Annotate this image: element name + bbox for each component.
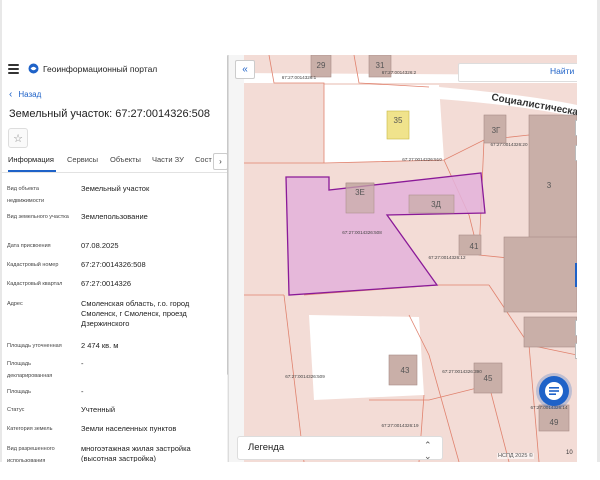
building-right-lower — [523, 316, 577, 348]
label-3e: 3Е — [355, 188, 365, 197]
prop-label: Дата присвоения — [7, 243, 51, 249]
parcel-label-390: 67:27:0014326:390 — [442, 369, 482, 374]
prop-value: - — [81, 359, 84, 368]
map-canvas[interactable]: 29 31 35 3Г 3 3Е 3Д 41 43 45 49 67:27:00… — [229, 55, 577, 462]
app-title: Геоинформационный портал — [43, 64, 158, 74]
label-3d: 3Д — [431, 200, 441, 209]
building-right-block — [503, 236, 577, 313]
map-side-control-4[interactable] — [575, 343, 577, 359]
label-43: 43 — [401, 366, 410, 375]
chat-icon — [545, 382, 563, 400]
active-tab-indicator — [8, 170, 56, 172]
road-left — [229, 55, 244, 462]
parcel-label-509: 67:27:0014326:509 — [285, 374, 325, 379]
map-search-input[interactable] — [459, 67, 545, 84]
label-29: 29 — [317, 61, 326, 70]
cadastral-map[interactable]: 29 31 35 3Г 3 3Е 3Д 41 43 45 49 67:27:00… — [229, 55, 577, 462]
tab-objects[interactable]: Объекты — [110, 155, 141, 164]
map-side-control-3[interactable] — [575, 320, 577, 336]
legend-label: Легенда — [248, 442, 285, 453]
prop-label: Адрес — [7, 301, 23, 307]
tab-composition[interactable]: Сост — [195, 155, 212, 164]
map-side-control-1[interactable] — [575, 120, 577, 136]
bottom-margin — [0, 462, 600, 480]
legend-dropdown[interactable]: Легенда ⌃ ⌄ — [237, 436, 443, 461]
label-49: 49 — [550, 418, 559, 427]
info-tabs: Информация Сервисы Объекты Части ЗУ Сост… — [2, 152, 228, 173]
prop-value: 07.08.2025 — [81, 241, 119, 250]
parcel-label-2: 67:27:0014326:2 — [382, 70, 417, 75]
prop-value: 2 474 кв. м — [81, 341, 119, 350]
prop-label: Площадь — [7, 389, 31, 395]
prop-label: Кадастровый квартал — [7, 281, 63, 287]
map-side-control-2[interactable] — [575, 145, 577, 161]
top-margin — [0, 0, 600, 55]
parcel-label-20: 67:27:0014326:20 — [490, 142, 527, 147]
chevron-updown-icon: ⌃ ⌄ — [424, 440, 432, 461]
prop-value: Землепользование — [81, 212, 148, 221]
prop-label: Вид объекта недвижимости — [7, 186, 45, 204]
prop-value[interactable]: 67:27:0014326:508 — [81, 260, 216, 270]
parcel-label-12: 67:27:0014326:12 — [428, 255, 465, 260]
hamburger-menu-icon[interactable] — [8, 64, 19, 74]
tab-land-parts[interactable]: Части ЗУ — [152, 155, 184, 164]
prop-label: Статус — [7, 407, 25, 413]
parcel-label-1: 67:27:0014326:1 — [282, 75, 317, 80]
prop-value[interactable]: 67:27:0014326 — [81, 279, 216, 289]
chat-assistant-button[interactable] — [539, 376, 569, 406]
prop-label: Вид разрешенного использования — [7, 446, 55, 462]
map-side-control-active[interactable] — [575, 263, 577, 287]
prop-value: многоэтажная жилая застройка (высотная з… — [81, 444, 191, 462]
prop-value: - — [81, 387, 84, 396]
tabs-scroll-right-button[interactable]: › — [213, 153, 228, 170]
map-search-bar: Найти — [458, 63, 577, 84]
chevron-left-icon: ‹ — [9, 88, 13, 100]
prop-value: Учтенный — [81, 405, 116, 414]
label-35: 35 — [394, 116, 403, 125]
star-icon: ☆ — [13, 132, 23, 145]
label-3: 3 — [547, 181, 552, 190]
parcel-label-508: 67:27:0014326:508 — [342, 230, 382, 235]
map-scale-label: 10 — [566, 450, 573, 456]
double-chevron-left-icon: « — [242, 64, 248, 75]
label-45: 45 — [484, 374, 493, 383]
prop-label: Площадь уточненная — [7, 343, 62, 349]
label-3g: 3Г — [492, 126, 501, 135]
map-search-button[interactable]: Найти — [550, 66, 574, 76]
prop-value: Земельный участок — [81, 184, 150, 193]
collapse-panel-button[interactable]: « — [235, 60, 255, 79]
favorite-star-button[interactable]: ☆ — [8, 128, 28, 148]
info-panel: Геоинформационный портал ‹ Назад Земельн… — [2, 55, 229, 462]
label-41: 41 — [470, 242, 479, 251]
prop-label: Площадь декларированная — [7, 361, 53, 379]
parcel-label-510: 67:27:0014326:510 — [402, 157, 442, 162]
prop-label: Вид земельного участка — [7, 214, 69, 220]
back-label: Назад — [18, 90, 42, 99]
yard-area-top — [324, 85, 444, 163]
prop-label: Кадастровый номер — [7, 262, 59, 268]
label-31: 31 — [376, 61, 385, 70]
prop-label: Категория земель — [7, 426, 53, 432]
tab-services[interactable]: Сервисы — [67, 155, 98, 164]
map-copyright: НСПД 2025 © — [497, 453, 534, 459]
tab-info[interactable]: Информация — [8, 155, 54, 164]
prop-value: Земли населенных пунктов — [81, 424, 177, 433]
page-title: Земельный участок: 67:27:0014326:508 — [9, 108, 211, 120]
prop-value: Смоленская область, г.о. город Смоленск,… — [81, 299, 190, 328]
parcel-label-19: 67:27:0014326:19 — [381, 423, 418, 428]
back-link[interactable]: ‹ Назад — [9, 88, 42, 100]
chevron-right-icon: › — [219, 157, 222, 166]
portal-logo-icon — [28, 63, 39, 74]
